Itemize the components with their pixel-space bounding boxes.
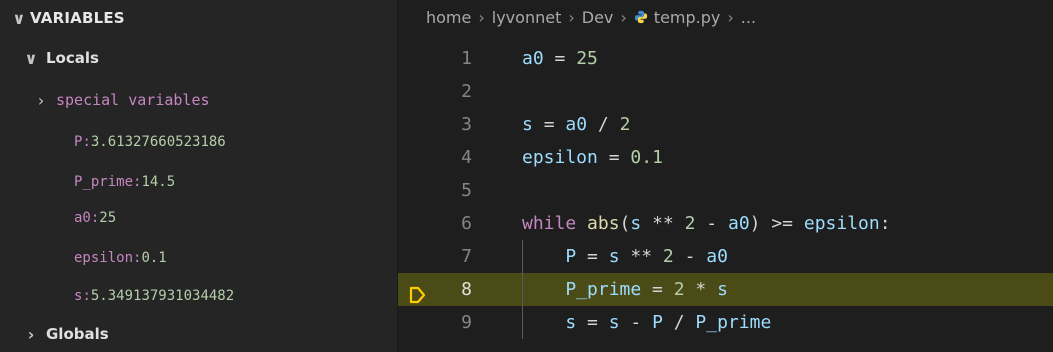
line-number: 8 bbox=[461, 279, 472, 300]
variable-value: 3.61327660523186 bbox=[90, 134, 226, 150]
code-line[interactable]: 3 s = a0 / 2 bbox=[398, 108, 1053, 141]
chevron-right-icon: › bbox=[27, 324, 35, 344]
line-code: while abs(s ** 2 - a0) >= epsilon: bbox=[522, 213, 891, 234]
code-line[interactable]: 5 bbox=[398, 174, 1053, 207]
line-code: s = a0 / 2 bbox=[522, 114, 631, 135]
globals-scope[interactable]: › Globals bbox=[20, 316, 109, 352]
variable-item[interactable]: P_prime: 14.5 bbox=[74, 164, 175, 200]
variable-item[interactable]: epsilon: 0.1 bbox=[74, 240, 167, 276]
chevron-right-icon: › bbox=[36, 90, 46, 110]
breadcrumb-ellipsis[interactable]: ... bbox=[741, 8, 756, 27]
breadcrumb-separator-icon: › bbox=[568, 7, 575, 27]
chevron-down-icon: ∨ bbox=[24, 48, 38, 68]
variable-name: P bbox=[74, 134, 83, 150]
line-number: 9 bbox=[461, 312, 472, 333]
variable-item[interactable]: s: 5.349137931034482 bbox=[74, 278, 234, 314]
breadcrumb-lyvonnet[interactable]: lyvonnet bbox=[492, 8, 562, 27]
locals-label: Locals bbox=[46, 49, 99, 67]
code-line-current[interactable]: 8 P_prime = 2 * s bbox=[398, 273, 1053, 306]
code-line[interactable]: 4 epsilon = 0.1 bbox=[398, 141, 1053, 174]
line-number: 6 bbox=[461, 213, 472, 234]
code-line[interactable]: 6 while abs(s ** 2 - a0) >= epsilon: bbox=[398, 207, 1053, 240]
breadcrumb-home[interactable]: home bbox=[426, 8, 471, 27]
special-variables-item[interactable]: › special variables bbox=[30, 82, 210, 118]
line-number: 2 bbox=[461, 81, 472, 102]
breadcrumb-dev[interactable]: Dev bbox=[582, 8, 614, 27]
line-code: a0 = 25 bbox=[522, 48, 598, 69]
line-code: s = s - P / P_prime bbox=[522, 312, 772, 333]
line-number: 1 bbox=[461, 48, 472, 69]
line-code: P = s ** 2 - a0 bbox=[522, 246, 728, 267]
line-number: 7 bbox=[461, 246, 472, 267]
breadcrumb: home › lyvonnet › Dev › temp.py › ... bbox=[426, 2, 756, 32]
variable-value: 14.5 bbox=[141, 174, 176, 190]
breadcrumb-separator-icon: › bbox=[478, 7, 485, 27]
locals-scope[interactable]: ∨ Locals bbox=[20, 40, 99, 76]
variable-value: 5.349137931034482 bbox=[90, 288, 235, 304]
variable-item[interactable]: P: 3.61327660523186 bbox=[74, 124, 226, 160]
line-code: P_prime = 2 * s bbox=[522, 279, 728, 300]
indent-guide bbox=[522, 240, 523, 339]
line-number: 5 bbox=[461, 180, 472, 201]
python-file-icon bbox=[634, 10, 647, 24]
code-line[interactable]: 2 bbox=[398, 75, 1053, 108]
chevron-down-icon: ∨ bbox=[12, 8, 26, 28]
debug-current-line-icon[interactable] bbox=[408, 286, 426, 304]
line-number: 4 bbox=[461, 147, 472, 168]
variables-header-label: VARIABLES bbox=[30, 9, 125, 27]
breadcrumb-separator-icon: › bbox=[620, 7, 627, 27]
variable-name: a0 bbox=[74, 210, 91, 226]
variable-value: 0.1 bbox=[141, 250, 167, 266]
special-variables-label: special variables bbox=[56, 91, 210, 109]
line-code: epsilon = 0.1 bbox=[522, 147, 663, 168]
variable-item[interactable]: a0: 25 bbox=[74, 200, 116, 236]
globals-label: Globals bbox=[46, 325, 109, 343]
code-editor[interactable]: home › lyvonnet › Dev › temp.py › ... 1 … bbox=[398, 0, 1053, 352]
variables-section-header[interactable]: ∨ VARIABLES bbox=[8, 0, 125, 36]
code-line[interactable]: 7 P = s ** 2 - a0 bbox=[398, 240, 1053, 273]
variable-name: P_prime bbox=[74, 174, 134, 190]
line-number: 3 bbox=[461, 114, 472, 135]
variable-name: epsilon bbox=[74, 250, 134, 266]
variables-panel: ∨ VARIABLES ∨ Locals › special variables… bbox=[0, 0, 398, 352]
code-line[interactable]: 9 s = s - P / P_prime bbox=[398, 306, 1053, 339]
variable-name: s bbox=[74, 288, 83, 304]
code-line[interactable]: 1 a0 = 25 bbox=[398, 42, 1053, 75]
variable-value: 25 bbox=[99, 210, 117, 226]
breadcrumb-file[interactable]: temp.py bbox=[654, 8, 721, 27]
breadcrumb-separator-icon: › bbox=[727, 7, 734, 27]
